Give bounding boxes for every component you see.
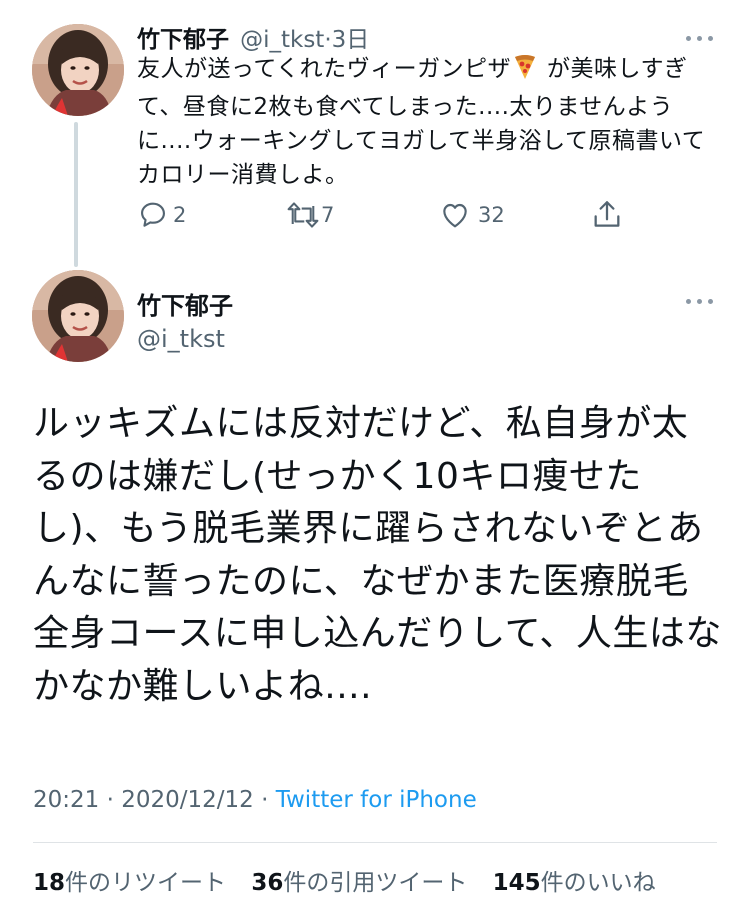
- tweet-date: 2020/12/12: [121, 787, 254, 813]
- like-button[interactable]: 32: [438, 197, 505, 233]
- likes-count: 145: [492, 870, 541, 896]
- quotes-stat[interactable]: 36件の引用ツイート: [251, 870, 467, 896]
- avatar[interactable]: [32, 270, 124, 362]
- like-count: 32: [478, 203, 505, 227]
- reply-icon: [141, 202, 165, 227]
- dot-separator: ·: [106, 787, 114, 813]
- author-name[interactable]: 竹下郁子: [137, 286, 233, 321]
- reply-button[interactable]: 2: [137, 197, 186, 233]
- share-button[interactable]: [590, 197, 624, 233]
- author-handle[interactable]: @i_tkst: [137, 325, 233, 353]
- divider: [33, 842, 717, 843]
- tweet-time[interactable]: 3日: [332, 27, 370, 53]
- reply-count: 2: [173, 203, 187, 227]
- main-tweet-text: ルッキズムには反対だけど、私自身が太るのは嫌だし(せっかく10キロ痩せたし)、も…: [33, 403, 722, 707]
- more-options-button[interactable]: [686, 296, 716, 306]
- retweet-count: 7: [321, 203, 335, 227]
- tweet-header: 竹下郁子 @i_tkst·3日: [137, 20, 369, 54]
- share-icon: [594, 201, 620, 227]
- tweet-meta: 20:21 · 2020/12/12 · Twitter for iPhone: [33, 787, 477, 813]
- retweets-label: 件のリツイート: [65, 870, 227, 896]
- tweet-author-block: 竹下郁子 @i_tkst: [137, 286, 233, 353]
- tweet-stats: 18件のリツイート 36件の引用ツイート 145件のいいね: [33, 863, 674, 897]
- quotes-label: 件の引用ツイート: [283, 870, 468, 896]
- thread-connector: [74, 122, 78, 267]
- avatar-photo: [32, 270, 124, 362]
- avatar[interactable]: [32, 24, 124, 116]
- likes-label: 件のいいね: [540, 870, 656, 896]
- tweet-time: 20:21: [33, 787, 100, 813]
- dot-separator: ·: [324, 27, 332, 53]
- author-handle[interactable]: @i_tkst: [240, 27, 324, 53]
- likes-stat[interactable]: 145件のいいね: [493, 870, 656, 896]
- retweet-button[interactable]: 7: [285, 197, 334, 233]
- author-name[interactable]: 竹下郁子: [137, 27, 229, 53]
- more-options-button[interactable]: [686, 33, 716, 43]
- pizza-icon: [513, 54, 537, 90]
- tweet-source-link[interactable]: Twitter for iPhone: [276, 787, 477, 813]
- dot-separator: ·: [261, 787, 269, 813]
- retweets-stat[interactable]: 18件のリツイート: [33, 870, 226, 896]
- retweets-count: 18: [33, 870, 66, 896]
- quotes-count: 36: [251, 870, 284, 896]
- heart-icon: [443, 203, 467, 228]
- tweet-text: 友人が送ってくれたヴィーガンピザ が美味しすぎて、昼食に2枚も食べてしまった..…: [137, 52, 717, 192]
- retweet-icon: [287, 202, 319, 228]
- tweet-text-part1: 友人が送ってくれたヴィーガンピザ: [137, 56, 512, 82]
- avatar-photo: [32, 24, 124, 116]
